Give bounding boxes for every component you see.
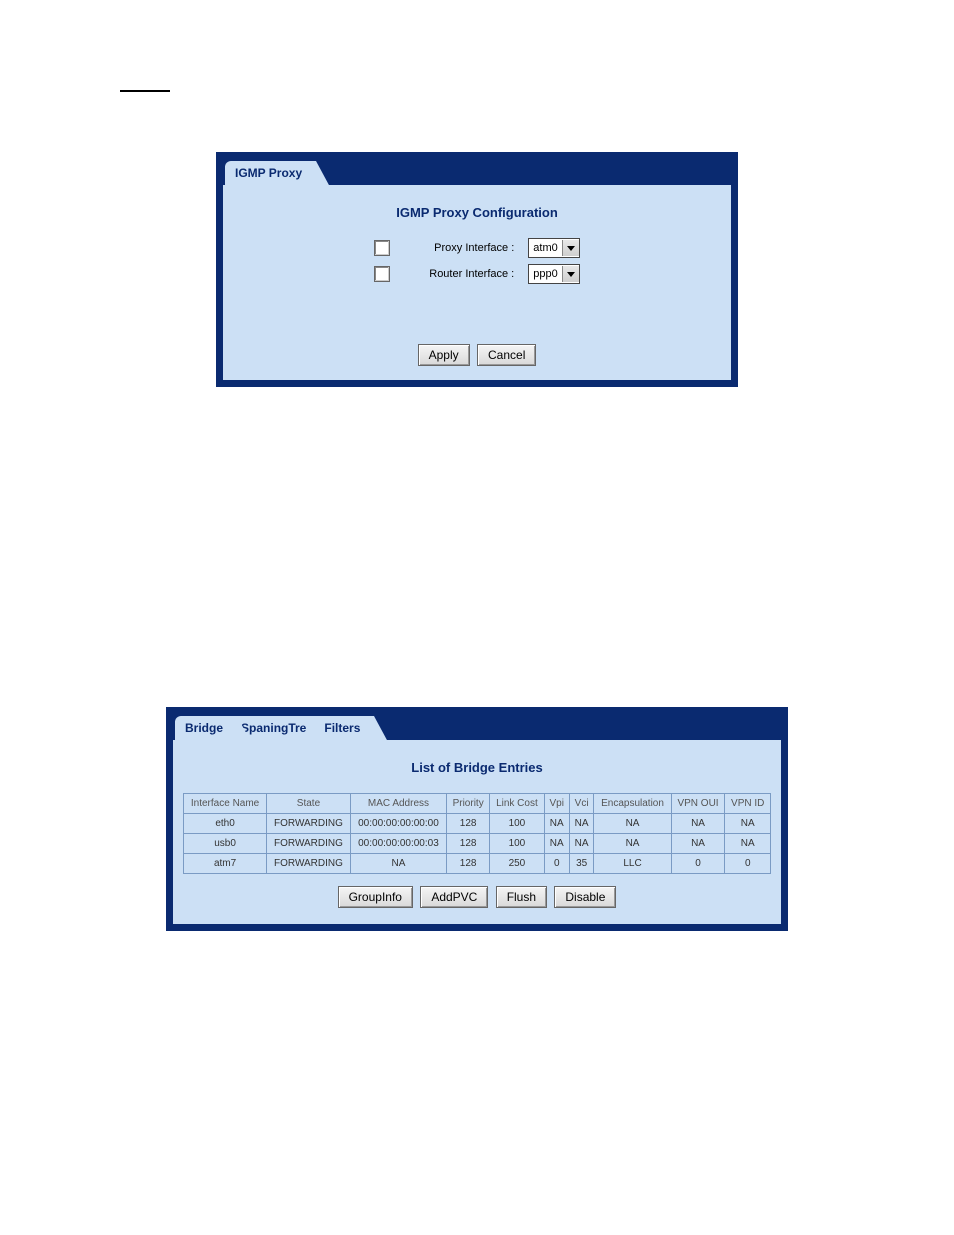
cell: 128 [447,834,490,854]
cell: NA [569,834,594,854]
cell: 128 [447,814,490,834]
cell: 100 [490,814,544,834]
table-row: atm7 FORWARDING NA 128 250 0 35 LLC 0 0 [184,854,771,874]
igmp-form: Proxy Interface : atm0 Router Interface … [233,238,721,284]
cell: FORWARDING [267,814,351,834]
addpvc-button[interactable]: AddPVC [420,886,488,908]
groupinfo-button[interactable]: GroupInfo [338,886,413,908]
cell: 00:00:00:00:00:03 [350,834,446,854]
bridge-panel: Bridge SpaningTre Filters List of Bridge… [166,707,788,931]
chevron-down-icon [562,266,579,282]
cell: FORWARDING [267,854,351,874]
cell: eth0 [184,814,267,834]
col-linkcost: Link Cost [490,794,544,814]
cell: usb0 [184,834,267,854]
decorative-underline [120,90,170,92]
cell: FORWARDING [267,834,351,854]
col-vpi: Vpi [544,794,569,814]
col-vci: Vci [569,794,594,814]
disable-button[interactable]: Disable [554,886,616,908]
select-router-value: ppp0 [533,268,557,280]
cell: NA [725,814,771,834]
cell: 128 [447,854,490,874]
select-proxy-interface[interactable]: atm0 [528,238,579,258]
bridge-panel-body: List of Bridge Entries Interface Name St… [173,740,781,924]
cell: LLC [594,854,671,874]
cell: 0 [725,854,771,874]
cell: 100 [490,834,544,854]
cell: NA [671,834,725,854]
chevron-down-icon [562,240,579,256]
cell: NA [725,834,771,854]
bridge-table: Interface Name State MAC Address Priorit… [183,793,771,874]
table-header-row: Interface Name State MAC Address Priorit… [184,794,771,814]
table-row: usb0 FORWARDING 00:00:00:00:00:03 128 10… [184,834,771,854]
col-vpnoui: VPN OUI [671,794,725,814]
cancel-button[interactable]: Cancel [477,344,536,366]
cell: 0 [544,854,569,874]
page-title-igmp: IGMP Proxy Configuration [233,205,721,220]
igmp-button-row: Apply Cancel [233,344,721,366]
label-router-interface: Router Interface : [404,268,514,280]
igmp-panel-body: IGMP Proxy Configuration Proxy Interface… [223,185,731,380]
apply-button[interactable]: Apply [418,344,470,366]
col-state: State [267,794,351,814]
col-mac: MAC Address [350,794,446,814]
cell: NA [594,834,671,854]
row-router-interface: Router Interface : ppp0 [374,264,579,284]
cell: atm7 [184,854,267,874]
checkbox-router-interface[interactable] [374,266,390,282]
col-vpnid: VPN ID [725,794,771,814]
tab-filters[interactable]: Filters [314,716,374,740]
flush-button[interactable]: Flush [496,886,547,908]
cell: NA [350,854,446,874]
select-proxy-value: atm0 [533,242,557,254]
bridge-button-row: GroupInfo AddPVC Flush Disable [183,886,771,908]
tabbar-bridge: Bridge SpaningTre Filters [167,708,787,740]
cell: NA [569,814,594,834]
cell: 0 [671,854,725,874]
igmp-proxy-panel: IGMP Proxy IGMP Proxy Configuration Prox… [216,152,738,387]
table-row: eth0 FORWARDING 00:00:00:00:00:00 128 10… [184,814,771,834]
row-proxy-interface: Proxy Interface : atm0 [374,238,579,258]
page-title-bridge: List of Bridge Entries [183,760,771,775]
cell: 35 [569,854,594,874]
tabbar-igmp: IGMP Proxy [217,153,737,185]
cell: 00:00:00:00:00:00 [350,814,446,834]
tab-bridge[interactable]: Bridge [175,716,237,740]
col-encap: Encapsulation [594,794,671,814]
cell: NA [544,814,569,834]
col-interface: Interface Name [184,794,267,814]
tab-igmp-proxy[interactable]: IGMP Proxy [225,161,316,185]
cell: NA [671,814,725,834]
select-router-interface[interactable]: ppp0 [528,264,579,284]
cell: NA [594,814,671,834]
checkbox-proxy-interface[interactable] [374,240,390,256]
col-priority: Priority [447,794,490,814]
cell: 250 [490,854,544,874]
cell: NA [544,834,569,854]
label-proxy-interface: Proxy Interface : [404,242,514,254]
